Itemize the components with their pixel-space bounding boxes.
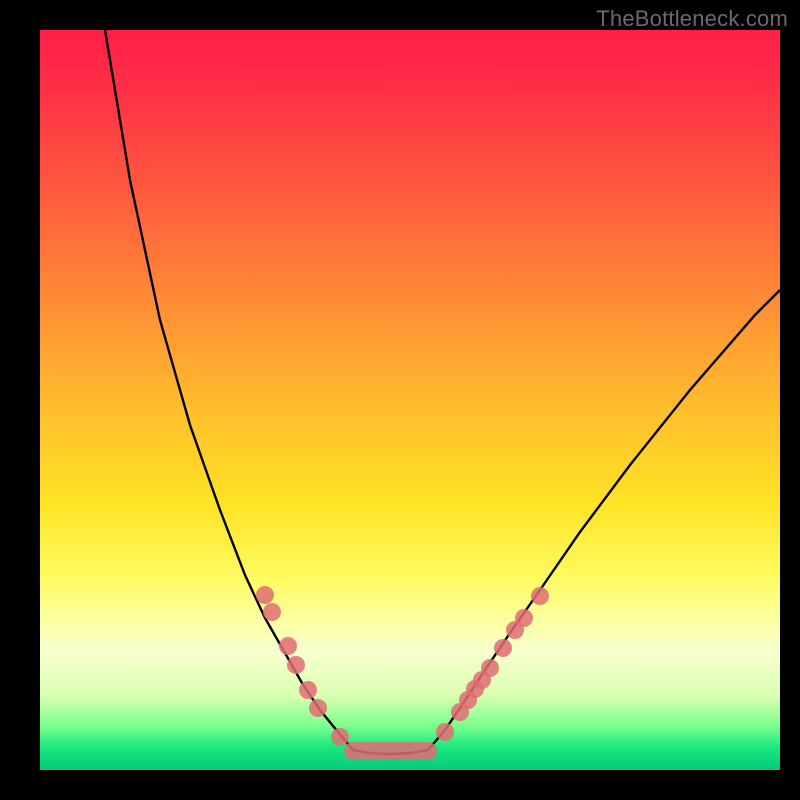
markers-left (256, 586, 349, 746)
data-marker (494, 639, 512, 657)
curve-layer (40, 30, 780, 770)
data-marker (331, 728, 349, 746)
data-marker (256, 586, 274, 604)
data-marker (481, 659, 499, 677)
data-marker (287, 656, 305, 674)
plot-area (40, 30, 780, 770)
data-marker (279, 637, 297, 655)
data-marker (531, 587, 549, 605)
data-marker (299, 681, 317, 699)
watermark-text: TheBottleneck.com (596, 6, 788, 32)
data-marker (309, 699, 327, 717)
chart-stage: TheBottleneck.com (0, 0, 800, 800)
bottleneck-curve (105, 30, 780, 754)
data-marker (436, 723, 454, 741)
data-marker (263, 603, 281, 621)
data-marker (515, 609, 533, 627)
